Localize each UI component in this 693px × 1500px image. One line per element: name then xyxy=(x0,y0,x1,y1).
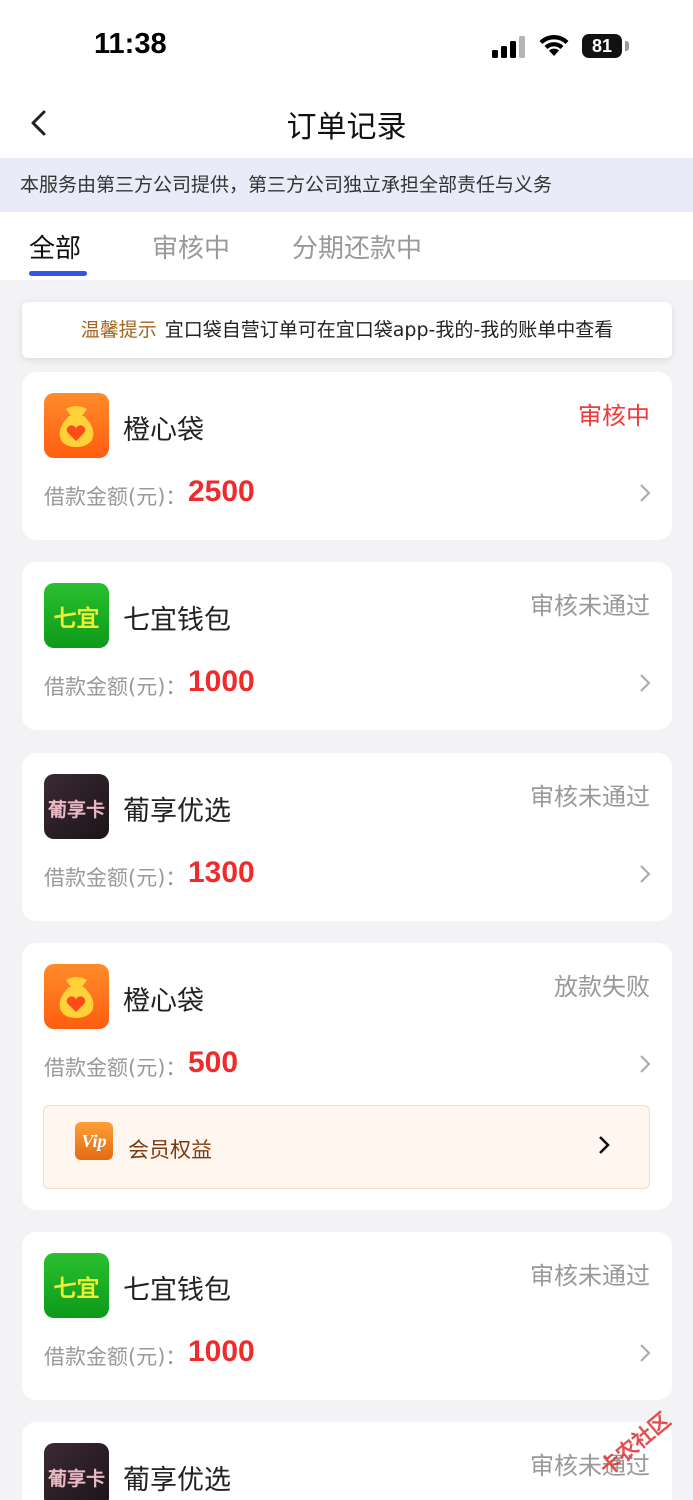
qiyi-logo: 七宜 xyxy=(44,1253,109,1318)
order-card[interactable]: 橙心袋 审核中 借款金额(元)： 2500 xyxy=(22,372,672,540)
loan-amount: 1000 xyxy=(188,1335,255,1368)
tab-reviewing[interactable]: 审核中 xyxy=(152,228,230,265)
chevron-right-icon xyxy=(640,1055,651,1073)
order-card[interactable]: 七宜 七宜钱包 审核未通过 借款金额(元)： 1000 xyxy=(22,562,672,730)
nav-bar: 订单记录 xyxy=(0,92,693,158)
product-name: 葡享优选 xyxy=(123,1465,231,1496)
puxiangka-logo: 葡享卡 xyxy=(44,774,109,839)
amount-label: 借款金额(元)： xyxy=(44,1056,187,1080)
product-name: 橙心袋 xyxy=(123,415,204,446)
vip-benefits-label: 会员权益 xyxy=(128,1138,212,1162)
tip-label: 温馨提示 xyxy=(80,319,157,341)
order-card[interactable]: 橙心袋 放款失败 借款金额(元)： 500 Vip 会员权益 xyxy=(22,943,672,1210)
order-status: 审核未通过 xyxy=(530,783,650,811)
loan-amount: 1300 xyxy=(188,856,255,889)
orange-money-bag-heart-icon xyxy=(44,964,109,1029)
status-bar: 11:38 81 xyxy=(0,0,693,92)
logo-text: 七宜 xyxy=(53,606,100,632)
vip-icon: Vip xyxy=(75,1122,113,1160)
product-name: 橙心袋 xyxy=(123,986,204,1017)
logo-text: 葡享卡 xyxy=(47,799,105,821)
status-time: 11:38 xyxy=(94,28,167,60)
product-name: 七宜钱包 xyxy=(123,605,231,636)
order-status: 放款失败 xyxy=(554,973,650,1001)
logo-text: 七宜 xyxy=(53,1276,100,1302)
tab-all[interactable]: 全部 xyxy=(29,228,81,265)
battery-tip xyxy=(625,41,629,51)
amount-label: 借款金额(元)： xyxy=(44,485,187,509)
product-name: 七宜钱包 xyxy=(123,1275,231,1306)
tip-text: 宜口袋自营订单可在宜口袋app-我的-我的账单中查看 xyxy=(164,319,614,341)
tip-banner: 温馨提示 宜口袋自营订单可在宜口袋app-我的-我的账单中查看 xyxy=(22,302,672,358)
tab-bar: 全部 审核中 分期还款中 xyxy=(0,212,693,280)
disclaimer-notice: 本服务由第三方公司提供，第三方公司独立承担全部责任与义务 xyxy=(0,158,693,212)
wifi-icon xyxy=(539,34,569,56)
order-card[interactable]: 葡享卡 葡享优选 审核未通过 借款金额(元)： 1300 xyxy=(22,753,672,921)
chevron-right-icon xyxy=(640,674,651,692)
qiyi-logo: 七宜 xyxy=(44,583,109,648)
orange-money-bag-heart-icon xyxy=(44,393,109,458)
chevron-right-icon xyxy=(640,865,651,883)
amount-label: 借款金额(元)： xyxy=(44,1345,187,1369)
order-status: 审核未通过 xyxy=(530,1262,650,1290)
battery-icon: 81 xyxy=(582,34,622,58)
order-status: 审核中 xyxy=(578,402,650,430)
puxiangka-logo: 葡享卡 xyxy=(44,1443,109,1500)
chevron-right-icon xyxy=(640,484,651,502)
page-title: 订单记录 xyxy=(286,110,407,145)
product-name: 葡享优选 xyxy=(123,796,231,827)
chevron-right-icon xyxy=(640,1344,651,1362)
order-status: 审核未通过 xyxy=(530,592,650,620)
logo-text: 葡享卡 xyxy=(47,1468,105,1490)
loan-amount: 1000 xyxy=(188,665,255,698)
amount-label: 借款金额(元)： xyxy=(44,866,187,890)
loan-amount: 2500 xyxy=(188,475,255,508)
amount-label: 借款金额(元)： xyxy=(44,675,187,699)
tab-installment-repaying[interactable]: 分期还款中 xyxy=(292,228,422,265)
top-area: 11:38 81 订单记录 xyxy=(0,0,693,158)
loan-amount: 500 xyxy=(188,1046,239,1079)
vip-benefits-entry[interactable]: Vip 会员权益 xyxy=(43,1105,650,1189)
order-card[interactable]: 七宜 七宜钱包 审核未通过 借款金额(元)： 1000 xyxy=(22,1232,672,1400)
cellular-signal-icon xyxy=(492,36,525,58)
order-card[interactable]: 葡享卡 葡享优选 审核未通过 xyxy=(22,1422,672,1500)
active-tab-indicator xyxy=(29,271,87,276)
chevron-right-icon xyxy=(599,1136,610,1154)
